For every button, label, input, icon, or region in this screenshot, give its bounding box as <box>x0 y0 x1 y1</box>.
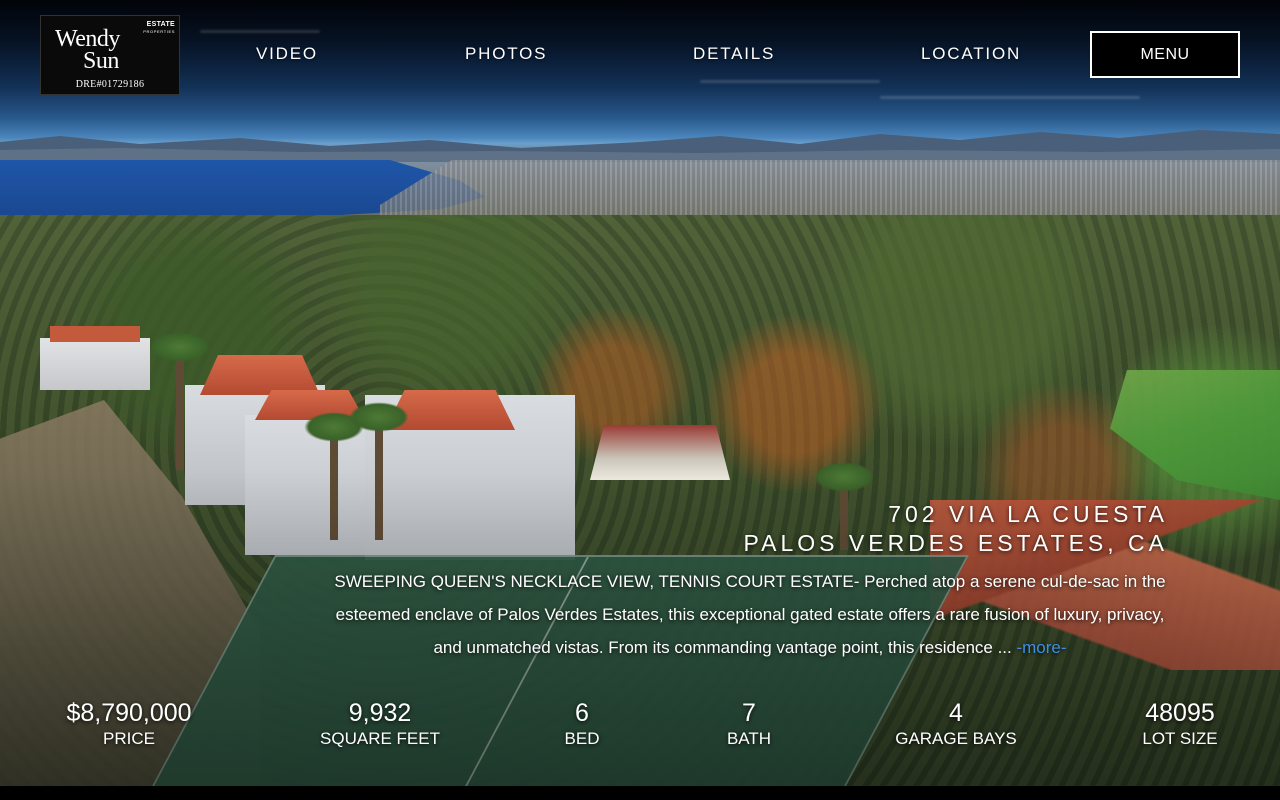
logo-badge-sub: PROPERTIES <box>143 29 175 34</box>
address-street: 702 VIA LA CUESTA <box>888 501 1168 527</box>
stat-label: PRICE <box>103 729 155 748</box>
more-link[interactable]: -more- <box>1016 638 1066 657</box>
stat-value: 48095 <box>1145 699 1215 727</box>
stat-square-feet: 9,932 SQUARE FEET <box>305 698 455 750</box>
license-number: DRE#01729186 <box>75 79 145 90</box>
stat-value: 4 <box>949 699 963 727</box>
property-description: SWEEPING QUEEN'S NECKLACE VIEW, TENNIS C… <box>330 565 1170 664</box>
palm-tree <box>349 402 409 540</box>
address-city: PALOS VERDES ESTATES, CA <box>743 530 1168 556</box>
stat-bed: 6 BED <box>542 698 622 750</box>
stat-label: GARAGE BAYS <box>895 729 1017 748</box>
palm-tree <box>150 332 210 470</box>
guest-house <box>40 326 150 390</box>
cloud-streak <box>200 30 320 33</box>
stat-garage-bays: 4 GARAGE BAYS <box>886 698 1026 750</box>
cloud-streak <box>700 80 880 83</box>
nav-location[interactable]: LOCATION <box>921 44 1021 64</box>
neighbor-house <box>590 425 730 480</box>
palm-tree <box>304 412 364 540</box>
nav-details[interactable]: DETAILS <box>693 44 775 64</box>
stat-price: $8,790,000 PRICE <box>49 698 209 750</box>
stat-value: 6 <box>575 699 589 727</box>
stat-label: BED <box>564 729 600 748</box>
bottom-bar <box>0 786 1280 800</box>
stat-bath: 7 BATH <box>709 698 789 750</box>
property-address: 702 VIA LA CUESTA PALOS VERDES ESTATES, … <box>744 500 1168 558</box>
nav-photos[interactable]: PHOTOS <box>465 44 547 64</box>
property-page: Wendy Sun ESTATE PROPERTIES DRE#01729186… <box>0 0 1280 800</box>
menu-button[interactable]: MENU <box>1090 31 1240 78</box>
stat-lot-size: 48095 LOT SIZE <box>1125 698 1235 750</box>
nav-video[interactable]: VIDEO <box>256 44 318 64</box>
stat-value: 9,932 <box>348 699 412 727</box>
main-nav: VIDEO PHOTOS DETAILS LOCATION <box>0 44 1280 66</box>
mountain-range <box>0 130 1280 162</box>
stat-value: $8,790,000 <box>66 699 192 727</box>
stat-label: LOT SIZE <box>1142 729 1218 748</box>
stat-label: SQUARE FEET <box>320 729 440 748</box>
logo-badge: ESTATE PROPERTIES <box>143 21 175 35</box>
stat-label: BATH <box>726 729 772 748</box>
stat-value: 7 <box>742 699 756 727</box>
cloud-streak <box>880 96 1140 99</box>
hero-aerial-photo <box>0 0 1280 786</box>
logo-badge-main: ESTATE <box>146 21 175 28</box>
